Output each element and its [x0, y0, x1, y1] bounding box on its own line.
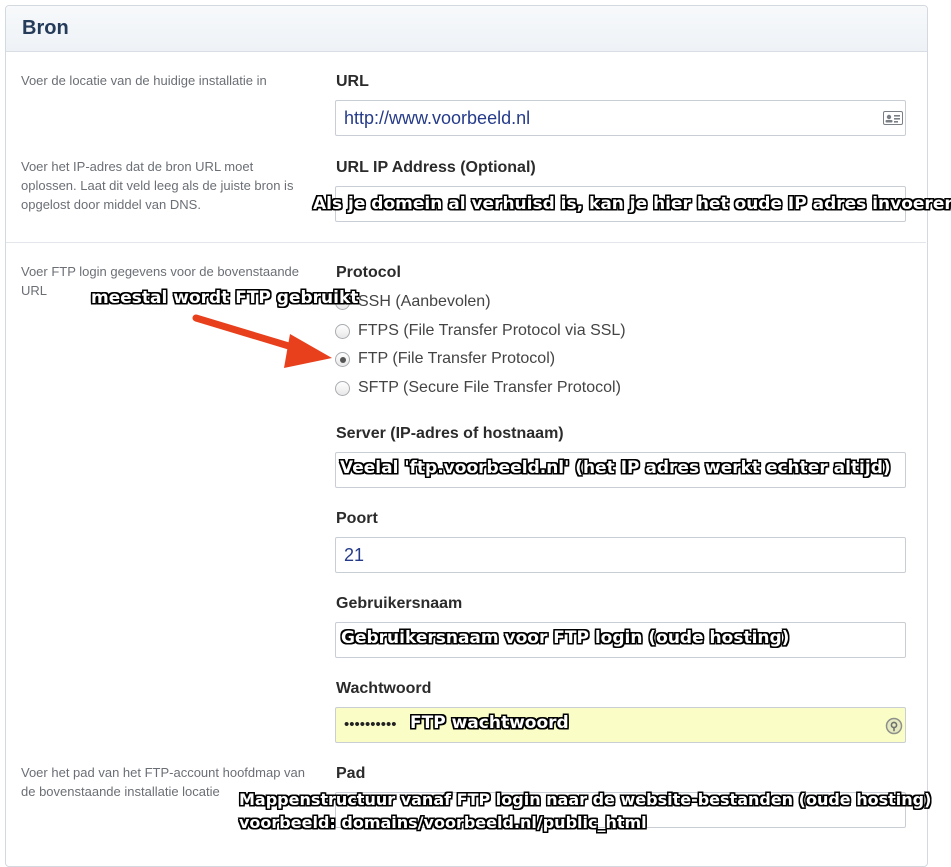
radio-label: SFTP (Secure File Transfer Protocol): [358, 379, 621, 396]
annotation-username: Gebruikersnaam voor FTP login (oude host…: [341, 628, 790, 648]
radio-label: FTPS (File Transfer Protocol via SSL): [358, 322, 626, 339]
url-label: URL: [336, 73, 369, 90]
port-input-value: 21: [344, 545, 365, 565]
red-arrow-icon: [192, 314, 332, 368]
annotation-server: Veelal 'ftp.voorbeeld.nl' (het IP adres …: [340, 458, 891, 478]
password-label: Wachtwoord: [336, 680, 432, 697]
username-label: Gebruikersnaam: [336, 595, 463, 612]
url-input-value: http://www.voorbeeld.nl: [344, 108, 531, 128]
url-description: Voer de locatie van de huidige installat…: [21, 73, 267, 88]
panel-header: Bron: [6, 6, 927, 52]
port-input[interactable]: 21: [335, 537, 906, 573]
section-divider: [6, 242, 926, 243]
annotation-password: FTP wachtwoord: [410, 713, 569, 733]
server-label: Server (IP-adres of hostnaam): [336, 425, 564, 442]
url-input[interactable]: http://www.voorbeeld.nl: [335, 100, 906, 136]
ip-label: URL IP Address (Optional): [336, 159, 536, 176]
path-label: Pad: [336, 765, 366, 782]
password-input-value: ••••••••••: [344, 716, 397, 733]
radio-label: FTP (File Transfer Protocol): [358, 350, 556, 367]
port-label: Poort: [336, 510, 378, 527]
radio-label: SSH (Aanbevolen): [358, 293, 491, 310]
annotation-ip: Als je domein al verhuisd is, kan je hie…: [313, 194, 951, 214]
annotation-path-line2: voorbeeld: domains/voorbeeld.nl/public_h…: [239, 813, 647, 832]
radio-button[interactable]: [335, 381, 350, 396]
protocol-label: Protocol: [336, 264, 401, 281]
contact-card-icon[interactable]: [883, 111, 903, 125]
password-key-icon[interactable]: [885, 717, 903, 735]
panel-title: Bron: [22, 17, 69, 39]
ip-description: Voer het IP-adres dat de bron URL moet o…: [21, 159, 294, 212]
annotation-path-line1: Mappenstructuur vanaf FTP login naar de …: [239, 790, 932, 809]
